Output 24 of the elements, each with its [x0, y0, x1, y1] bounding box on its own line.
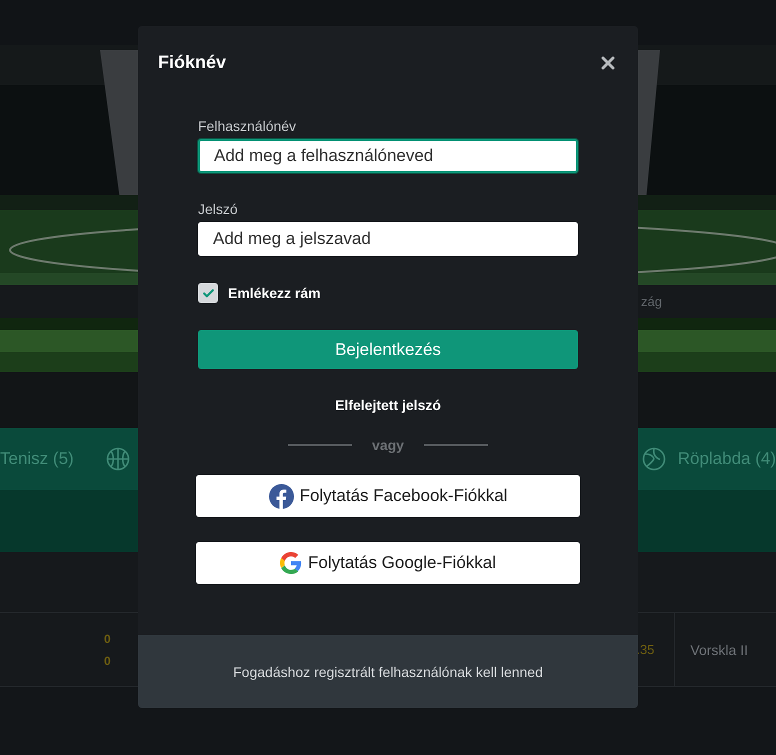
field-label: Jelszó	[198, 201, 239, 217]
google-icon	[280, 552, 302, 574]
dialog-title: Fióknév	[158, 52, 226, 73]
checkbox-label: Emlékezz rám	[228, 285, 321, 301]
checkbox[interactable]	[198, 283, 218, 303]
divider-label: vagy	[372, 437, 404, 453]
sport-tab[interactable]: Röplabda (4)	[678, 449, 776, 469]
odds-value[interactable]: .35	[636, 642, 654, 657]
forgot-password-link[interactable]: Elfelejtett jelszó	[335, 397, 441, 413]
google-login-button[interactable]: Folytatás Google-Fiókkal	[196, 542, 580, 584]
sport-tab[interactable]: Tenisz (5)	[0, 449, 74, 469]
input-field[interactable]: Add meg a felhasználóneved	[198, 139, 578, 173]
login-button[interactable]: Bejelentkezés	[198, 330, 578, 369]
basketball-icon	[106, 447, 130, 471]
score: 0	[104, 654, 111, 668]
field-label: Felhasználónév	[198, 118, 298, 134]
team-name: Vorskla II	[674, 613, 776, 686]
facebook-icon	[268, 484, 294, 508]
banner-caption: zág	[641, 294, 662, 309]
score: 0	[104, 632, 111, 646]
check-icon	[202, 286, 214, 300]
facebook-login-button[interactable]: Folytatás Facebook-Fiókkal	[196, 475, 580, 517]
volleyball-icon	[642, 447, 666, 471]
footer-text: Fogadáshoz regisztrált felhasználónak kell lenned	[233, 664, 543, 680]
